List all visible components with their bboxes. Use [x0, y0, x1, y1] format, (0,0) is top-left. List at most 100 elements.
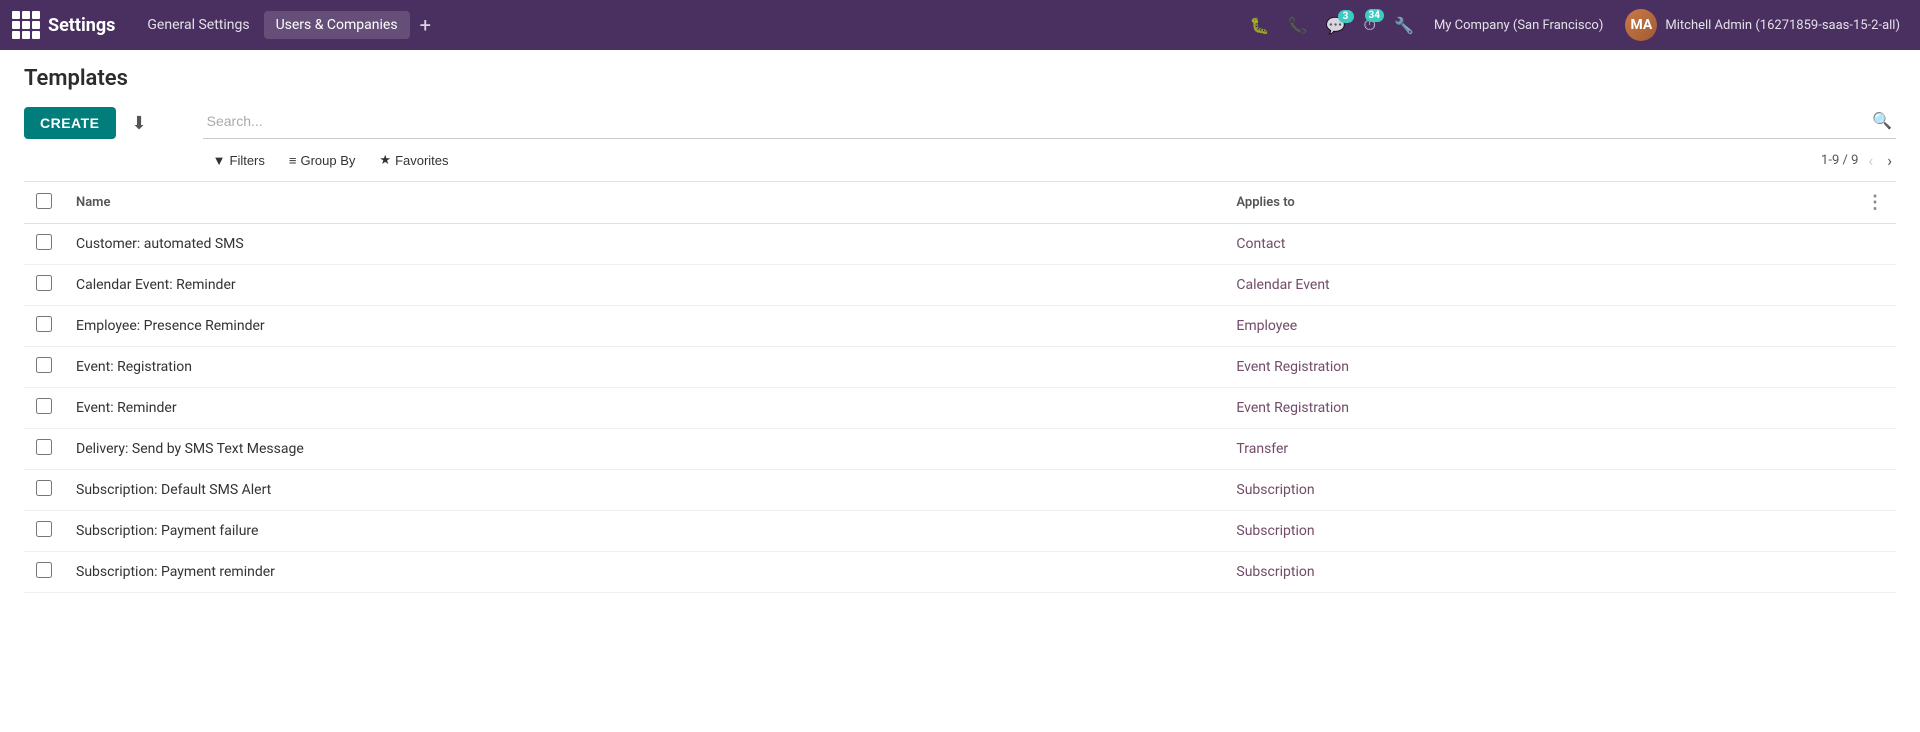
row-name: Event: Reminder	[64, 388, 1224, 429]
row-checkbox[interactable]	[36, 275, 52, 291]
select-all-col	[24, 182, 64, 224]
row-actions-cell	[1854, 224, 1896, 265]
user-menu[interactable]: MA Mitchell Admin (16271859-saas-15-2-al…	[1617, 5, 1908, 45]
pagination-next[interactable]: ›	[1883, 149, 1896, 172]
row-checkbox[interactable]	[36, 439, 52, 455]
table-row[interactable]: Calendar Event: Reminder Calendar Event	[24, 265, 1896, 306]
row-name: Subscription: Default SMS Alert	[64, 470, 1224, 511]
top-left-actions: CREATE ⬇	[24, 107, 155, 139]
create-button[interactable]: CREATE	[24, 107, 116, 139]
row-actions-cell	[1854, 347, 1896, 388]
group-by-button[interactable]: ≡ Group By	[279, 148, 366, 173]
chat-badge: 3	[1338, 10, 1354, 23]
row-checkbox-cell	[24, 224, 64, 265]
row-actions-cell	[1854, 388, 1896, 429]
topbar-icons: 🐛 📞 💬 3 ⏱ 34 🔧 My Company (San Francisco…	[1244, 5, 1908, 45]
row-name: Subscription: Payment reminder	[64, 552, 1224, 593]
row-checkbox-cell	[24, 265, 64, 306]
pagination-prev[interactable]: ‹	[1864, 149, 1877, 172]
row-actions-cell	[1854, 429, 1896, 470]
row-checkbox[interactable]	[36, 398, 52, 414]
row-name: Customer: automated SMS	[64, 224, 1224, 265]
row-checkbox-cell	[24, 306, 64, 347]
table-row[interactable]: Employee: Presence Reminder Employee	[24, 306, 1896, 347]
row-checkbox[interactable]	[36, 480, 52, 496]
name-column-header: Name	[64, 182, 1224, 224]
table-container: Name Applies to ⋮ Customer: automated SM…	[24, 181, 1896, 593]
group-by-label: Group By	[300, 153, 355, 168]
table-row[interactable]: Customer: automated SMS Contact	[24, 224, 1896, 265]
favorites-button[interactable]: ★ Favorites	[369, 147, 458, 173]
pagination-info: 1-9 / 9	[1821, 153, 1858, 168]
table-row[interactable]: Subscription: Payment failure Subscripti…	[24, 511, 1896, 552]
activity-badge: 34	[1365, 9, 1384, 22]
group-by-icon: ≡	[289, 153, 297, 168]
user-name: Mitchell Admin (16271859-saas-15-2-all)	[1665, 18, 1900, 33]
phone-icon-button[interactable]: 📞	[1282, 12, 1314, 39]
row-applies-to: Subscription	[1224, 511, 1854, 552]
table-header: Name Applies to ⋮	[24, 182, 1896, 224]
table-row[interactable]: Event: Registration Event Registration	[24, 347, 1896, 388]
row-actions-cell	[1854, 511, 1896, 552]
row-name: Event: Registration	[64, 347, 1224, 388]
row-actions-cell	[1854, 306, 1896, 347]
user-avatar: MA	[1625, 9, 1657, 41]
pagination: 1-9 / 9 ‹ ›	[1821, 149, 1896, 172]
search-row: 🔍	[203, 107, 1896, 139]
filter-row: ▼ Filters ≡ Group By ★ Favorites 1-9 / 9…	[203, 147, 1896, 173]
row-checkbox[interactable]	[36, 234, 52, 250]
topbar-nav: General Settings Users & Companies +	[135, 9, 1239, 41]
table-row[interactable]: Subscription: Payment reminder Subscript…	[24, 552, 1896, 593]
table-row[interactable]: Event: Reminder Event Registration	[24, 388, 1896, 429]
row-name: Delivery: Send by SMS Text Message	[64, 429, 1224, 470]
actions-col-header: ⋮	[1854, 182, 1896, 224]
row-applies-to: Subscription	[1224, 470, 1854, 511]
row-checkbox[interactable]	[36, 357, 52, 373]
row-applies-to: Employee	[1224, 306, 1854, 347]
topbar: Settings General Settings Users & Compan…	[0, 0, 1920, 50]
nav-general-settings[interactable]: General Settings	[135, 11, 261, 39]
row-applies-to: Transfer	[1224, 429, 1854, 470]
activity-icon-button[interactable]: ⏱ 34	[1358, 11, 1382, 39]
row-actions-cell	[1854, 265, 1896, 306]
row-applies-to: Subscription	[1224, 552, 1854, 593]
row-checkbox-cell	[24, 511, 64, 552]
templates-table: Name Applies to ⋮ Customer: automated SM…	[24, 182, 1896, 593]
page-title: Templates	[24, 66, 1896, 91]
favorites-label: Favorites	[395, 153, 448, 168]
row-actions-cell	[1854, 552, 1896, 593]
filters-button[interactable]: ▼ Filters	[203, 148, 275, 173]
row-checkbox[interactable]	[36, 521, 52, 537]
top-right-search: 🔍 ▼ Filters ≡ Group By ★ Favorites 1-9 /…	[203, 107, 1896, 173]
row-checkbox-cell	[24, 470, 64, 511]
row-applies-to: Contact	[1224, 224, 1854, 265]
table-row[interactable]: Delivery: Send by SMS Text Message Trans…	[24, 429, 1896, 470]
row-checkbox[interactable]	[36, 562, 52, 578]
search-icon[interactable]: 🔍	[1868, 107, 1896, 134]
row-checkbox-cell	[24, 429, 64, 470]
row-name: Employee: Presence Reminder	[64, 306, 1224, 347]
select-all-checkbox[interactable]	[36, 193, 52, 209]
bug-icon-button[interactable]: 🐛	[1244, 12, 1276, 39]
filters-label: Filters	[230, 153, 265, 168]
nav-users-companies[interactable]: Users & Companies	[264, 11, 410, 39]
filter-icon: ▼	[213, 153, 226, 168]
row-applies-to: Event Registration	[1224, 388, 1854, 429]
wrench-icon-button[interactable]: 🔧	[1388, 12, 1420, 39]
chat-icon-button[interactable]: 💬 3	[1320, 12, 1352, 39]
download-button[interactable]: ⬇	[124, 109, 155, 138]
row-checkbox-cell	[24, 552, 64, 593]
row-checkbox-cell	[24, 388, 64, 429]
row-actions-cell	[1854, 470, 1896, 511]
table-row[interactable]: Subscription: Default SMS Alert Subscrip…	[24, 470, 1896, 511]
company-name: My Company (San Francisco)	[1434, 18, 1603, 33]
apps-grid-icon[interactable]	[12, 11, 40, 39]
row-checkbox[interactable]	[36, 316, 52, 332]
app-name: Settings	[48, 15, 115, 36]
search-input[interactable]	[203, 109, 1868, 133]
nav-add-button[interactable]: +	[412, 9, 439, 41]
column-options-icon[interactable]: ⋮	[1866, 192, 1884, 213]
row-name: Subscription: Payment failure	[64, 511, 1224, 552]
main-content: Templates CREATE ⬇ 🔍 ▼ Filters ≡ Group B…	[0, 50, 1920, 609]
top-section: CREATE ⬇ 🔍 ▼ Filters ≡ Group By ★ Favori	[24, 107, 1896, 173]
